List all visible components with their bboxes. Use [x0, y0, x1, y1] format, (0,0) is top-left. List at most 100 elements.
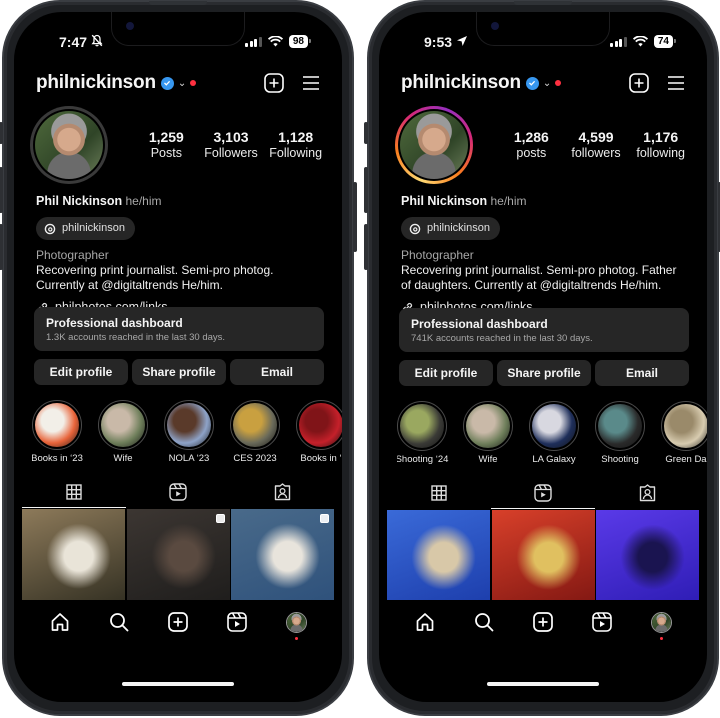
- highlight-cover: [529, 401, 579, 451]
- tab-posts-grid[interactable]: [22, 477, 126, 508]
- profile-nav-avatar: [285, 611, 307, 633]
- username-switcher[interactable]: philnickinson: [36, 72, 156, 94]
- threads-handle: philnickinson: [427, 222, 490, 234]
- stat-value: 1,286: [513, 129, 549, 145]
- content-tabs: [387, 478, 699, 509]
- profile-actions: Edit profile Share profile Email: [34, 359, 324, 385]
- share-profile-button[interactable]: Share profile: [497, 360, 591, 386]
- threads-icon: [409, 223, 421, 234]
- highlight-cover: [32, 400, 82, 450]
- home-indicator[interactable]: [487, 682, 599, 686]
- search-icon[interactable]: [109, 612, 129, 632]
- reels-icon: [169, 483, 187, 501]
- profile-tab[interactable]: [650, 611, 672, 640]
- highlight-item[interactable]: CES 2023: [230, 400, 280, 470]
- carousel-icon: [215, 514, 225, 523]
- highlight-item[interactable]: Books in ‘23: [32, 400, 83, 470]
- stat-following[interactable]: 1,176 following: [628, 129, 693, 160]
- highlight-item[interactable]: Shooting ‘24: [397, 401, 448, 471]
- home-indicator[interactable]: [122, 682, 234, 686]
- location-arrow-icon: [456, 34, 468, 50]
- post-thumbnail[interactable]: [22, 509, 125, 614]
- chevron-down-icon[interactable]: ⌄: [178, 78, 186, 89]
- highlight-cover: [595, 401, 645, 451]
- threads-badge[interactable]: philnickinson: [36, 217, 135, 240]
- tab-tagged[interactable]: [230, 477, 334, 507]
- create-post-icon[interactable]: [264, 73, 284, 93]
- highlight-label: Books in ‘23: [32, 453, 83, 464]
- profile-category: Photographer: [36, 248, 109, 262]
- professional-dashboard[interactable]: Professional dashboard 1.3K accounts rea…: [34, 307, 324, 351]
- front-camera: [126, 22, 134, 30]
- highlight-cover: [397, 401, 447, 451]
- verified-badge-icon: [525, 76, 539, 90]
- profile-avatar-with-story[interactable]: [395, 106, 473, 184]
- highlight-label: Books in ‘: [300, 453, 342, 464]
- profile-stats: 1,259 Posts 3,103 Followers 1,128 Following: [134, 129, 328, 160]
- username-switcher[interactable]: philnickinson: [401, 72, 521, 94]
- edit-profile-button[interactable]: Edit profile: [34, 359, 128, 385]
- grid-icon: [66, 484, 82, 500]
- reels-nav-icon[interactable]: [591, 612, 612, 632]
- highlight-item[interactable]: Green Da: [661, 401, 707, 471]
- tab-tagged[interactable]: [595, 478, 699, 508]
- highlight-item[interactable]: LA Galaxy: [529, 401, 579, 471]
- share-profile-button[interactable]: Share profile: [132, 359, 226, 385]
- professional-dashboard[interactable]: Professional dashboard 741K accounts rea…: [399, 308, 689, 352]
- post-thumbnail[interactable]: [126, 509, 230, 614]
- wifi-icon: [267, 36, 283, 47]
- clock: 7:47: [59, 34, 88, 50]
- email-button[interactable]: Email: [230, 359, 324, 385]
- carousel-icon: [320, 514, 329, 523]
- stat-value: 1,128: [278, 129, 314, 145]
- chevron-down-icon[interactable]: ⌄: [543, 78, 551, 89]
- notification-dot: [190, 80, 197, 86]
- threads-badge[interactable]: philnickinson: [401, 217, 500, 240]
- profile-header: philnickinson ⌄: [401, 70, 685, 96]
- menu-icon[interactable]: [302, 75, 320, 91]
- stat-followers[interactable]: 3,103 Followers: [199, 129, 264, 160]
- bio-text: Recovering print journalist. Semi-pro ph…: [401, 263, 677, 292]
- email-button[interactable]: Email: [595, 360, 689, 386]
- stat-posts[interactable]: 1,286 posts: [499, 129, 564, 160]
- activity-dot: [659, 636, 663, 640]
- home-icon[interactable]: [415, 612, 435, 632]
- highlight-item[interactable]: NOLA ‘23: [164, 400, 214, 470]
- battery-indicator: 98: [288, 35, 312, 48]
- reels-nav-icon[interactable]: [226, 612, 247, 632]
- tab-reels[interactable]: [126, 477, 230, 507]
- instagram-profile-screen: 9:53 74 philnickinson ⌄ 1,286 posts 4,59…: [379, 12, 707, 702]
- profile-tab[interactable]: [285, 611, 307, 640]
- menu-icon[interactable]: [667, 75, 685, 91]
- highlight-label: CES 2023: [233, 453, 277, 464]
- story-highlights: Shooting ‘24 Wife LA Galaxy Shooting Green D…: [397, 401, 707, 471]
- create-icon[interactable]: [167, 612, 188, 632]
- profile-avatar[interactable]: [30, 106, 108, 184]
- stat-label: followers: [571, 146, 621, 160]
- create-icon[interactable]: [532, 612, 553, 632]
- threads-icon: [44, 223, 56, 234]
- stat-followers[interactable]: 4,599 followers: [564, 129, 629, 160]
- tagged-icon: [639, 484, 655, 502]
- create-post-icon[interactable]: [629, 73, 649, 93]
- edit-profile-button[interactable]: Edit profile: [399, 360, 493, 386]
- highlight-item[interactable]: Wife: [463, 401, 513, 471]
- stat-following[interactable]: 1,128 Following: [263, 129, 328, 160]
- post-thumbnail[interactable]: [231, 509, 334, 614]
- stat-posts[interactable]: 1,259 Posts: [134, 129, 199, 160]
- cellular-signal-icon: [610, 36, 627, 47]
- notification-dot: [555, 80, 562, 86]
- highlight-cover: [230, 400, 280, 450]
- highlight-item[interactable]: Shooting: [595, 401, 645, 471]
- home-icon[interactable]: [50, 612, 70, 632]
- highlight-item[interactable]: Books in ‘: [296, 400, 342, 470]
- tab-posts-grid[interactable]: [387, 478, 491, 508]
- highlight-item[interactable]: Wife: [98, 400, 148, 470]
- display-name: Phil Nickinson: [401, 194, 488, 208]
- search-icon[interactable]: [474, 612, 494, 632]
- profile-bio: Phil Nickinson he/him philnickinson Phot…: [36, 194, 322, 315]
- status-bar: 7:47 98: [14, 34, 342, 52]
- tab-reels[interactable]: [491, 478, 595, 509]
- stat-value: 1,176: [643, 129, 679, 145]
- profile-photo: [35, 111, 103, 179]
